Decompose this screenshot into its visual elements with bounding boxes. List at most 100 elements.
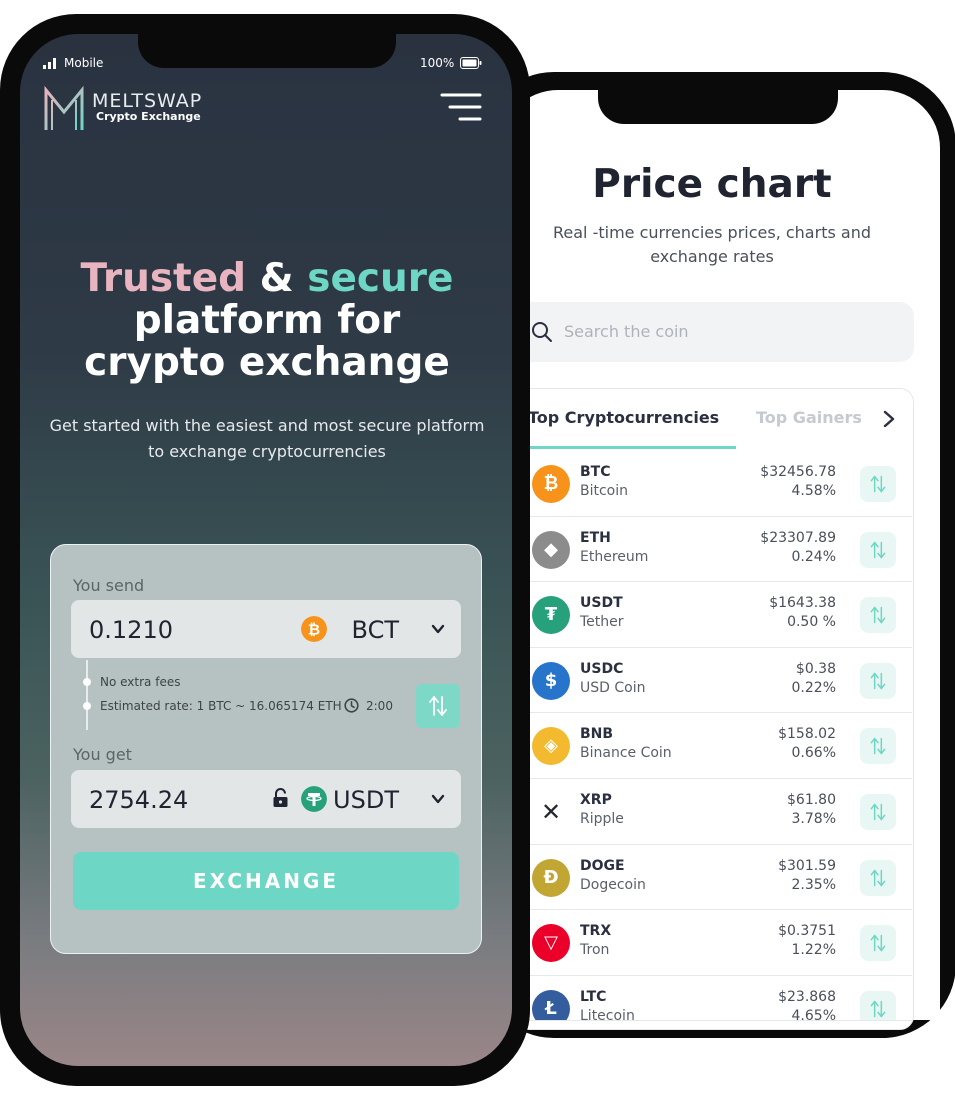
ripple-icon: ✕	[540, 798, 562, 826]
phone-notch	[598, 80, 838, 124]
coin-row-usdc[interactable]: $ USDC USD Coin $0.38 0.22%	[528, 647, 912, 714]
you-get-label: You get	[73, 745, 132, 764]
swap-arrows-icon	[870, 1000, 886, 1018]
send-amount-input[interactable]: 0.1210	[89, 616, 173, 644]
coin-symbol: BNB	[580, 726, 614, 743]
exchange-button[interactable]: EXCHANGE	[73, 852, 459, 910]
tab-top-gainers[interactable]: Top Gainers	[756, 408, 862, 427]
coin-row-btc[interactable]: ₿ BTC Bitcoin $32456.78 4.58%	[528, 450, 912, 517]
search-input[interactable]: Search the coin	[564, 322, 689, 341]
swap-arrows-icon	[870, 869, 886, 886]
carrier-label: Mobile	[64, 56, 104, 70]
coin-symbol: LTC	[580, 988, 607, 1005]
get-currency[interactable]: USDT	[333, 786, 399, 814]
swap-arrows-icon	[429, 696, 447, 716]
battery-icon	[460, 57, 482, 69]
coin-search-bar[interactable]: Search the coin	[512, 302, 914, 362]
coin-change: 0.24%	[791, 548, 836, 565]
svg-text:₿: ₿	[308, 621, 320, 639]
coin-symbol: USDT	[580, 595, 623, 612]
coin-change: 3.78%	[791, 811, 836, 827]
coin-row-bnb[interactable]: ◈ BNB Binance Coin $158.02 0.66%	[528, 712, 912, 779]
coin-swap-button[interactable]	[860, 925, 896, 962]
price-chart-title: Price chart	[592, 162, 832, 207]
get-amount-field[interactable]: 2754.24 USDT	[71, 770, 461, 828]
coin-row-ltc[interactable]: Ł LTC Litecoin $23.868 4.65%	[528, 975, 912, 1021]
battery-percent: 100%	[420, 56, 455, 70]
active-tab-indicator	[512, 446, 736, 449]
chevron-down-icon[interactable]	[431, 622, 445, 636]
coin-swap-button[interactable]	[860, 662, 896, 699]
coin-row-xrp[interactable]: ✕ XRP Ripple $61.80 3.78%	[528, 778, 912, 845]
swap-arrows-icon	[870, 738, 886, 755]
coin-price: $301.59	[778, 857, 836, 874]
coin-price: $1643.38	[769, 595, 836, 612]
coin-change: 4.65%	[791, 1007, 836, 1021]
rate-timer: 2:00	[366, 699, 393, 713]
coin-swap-button[interactable]	[860, 859, 896, 896]
tab-top-cryptocurrencies[interactable]: Top Cryptocurrencies	[528, 408, 719, 427]
coin-name: USD Coin	[580, 679, 646, 696]
clock-icon	[344, 698, 359, 713]
timeline-dot	[83, 678, 91, 686]
coin-symbol: BTC	[580, 464, 611, 480]
meltswap-logo-icon[interactable]	[42, 86, 86, 132]
coin-swap-button[interactable]	[860, 466, 896, 502]
swap-arrows-icon	[870, 672, 886, 690]
coin-change: 0.22%	[791, 679, 836, 696]
usd-coin-icon: $	[532, 661, 570, 700]
you-send-label: You send	[73, 576, 145, 595]
search-icon	[532, 322, 552, 342]
chevron-right-icon[interactable]	[878, 408, 900, 430]
swap-arrows-icon	[870, 934, 886, 952]
coin-name: Tron	[580, 942, 610, 959]
swap-arrows-icon	[870, 803, 886, 821]
coin-swap-button[interactable]	[860, 531, 896, 568]
binance-coin-icon: ◈	[532, 727, 570, 766]
coin-symbol: USDC	[580, 660, 624, 677]
coin-swap-button[interactable]	[860, 794, 896, 830]
estimated-rate-info: Estimated rate: 1 BTC ~ 16.065174 ETH	[100, 699, 342, 713]
coin-name: Binance Coin	[580, 745, 672, 762]
chevron-down-icon[interactable]	[431, 792, 445, 806]
coin-row-usdt[interactable]: ₮ USDT Tether $1643.38 0.50 %	[528, 581, 912, 648]
coin-price: $61.80	[787, 792, 836, 808]
hero-ampersand: &	[246, 256, 308, 301]
coin-name: Bitcoin	[580, 483, 629, 499]
brand-tagline: Crypto Exchange	[96, 110, 201, 123]
signal-icon	[43, 58, 56, 69]
hero-word-trusted: Trusted	[80, 256, 247, 301]
hero-line-3: crypto exchange	[84, 340, 450, 385]
hero-word-secure: secure	[307, 256, 454, 301]
coin-name: Litecoin	[580, 1007, 635, 1021]
hamburger-menu-icon[interactable]	[440, 92, 482, 122]
coin-change: 4.58%	[791, 483, 836, 499]
coin-price: $32456.78	[760, 464, 836, 480]
swap-arrows-icon	[870, 606, 886, 624]
tron-icon: ▽	[532, 924, 570, 963]
coin-name: Dogecoin	[580, 876, 646, 893]
rate-timeline	[86, 660, 88, 730]
coin-symbol: DOGE	[580, 857, 625, 874]
coin-change: 0.66%	[791, 745, 836, 762]
coin-price: $158.02	[778, 726, 836, 743]
coin-swap-button[interactable]	[860, 990, 896, 1020]
coin-swap-button[interactable]	[860, 597, 896, 634]
coin-symbol: TRX	[580, 923, 612, 940]
coin-symbol: ETH	[580, 529, 611, 546]
coin-change: 0.50 %	[787, 614, 836, 631]
coin-price: $23307.89	[760, 529, 836, 546]
coin-row-trx[interactable]: ▽ TRX Tron $0.3751 1.22%	[528, 909, 912, 976]
coin-row-eth[interactable]: ◆ ETH Ethereum $23307.89 0.24%	[528, 516, 912, 583]
coin-name: Tether	[580, 614, 624, 631]
send-currency[interactable]: BCT	[352, 616, 399, 644]
bitcoin-icon: ₿	[532, 465, 570, 503]
coin-row-doge[interactable]: Ð DOGE Dogecoin $301.59 2.35%	[528, 844, 912, 911]
swap-currencies-button[interactable]	[416, 684, 460, 728]
unlock-icon[interactable]	[272, 788, 289, 808]
coin-swap-button[interactable]	[860, 728, 896, 765]
ethereum-icon: ◆	[532, 530, 570, 569]
bitcoin-icon: ₿	[301, 616, 327, 642]
send-amount-field[interactable]: 0.1210 ₿ BCT	[71, 600, 461, 658]
swap-arrows-icon	[870, 475, 886, 493]
